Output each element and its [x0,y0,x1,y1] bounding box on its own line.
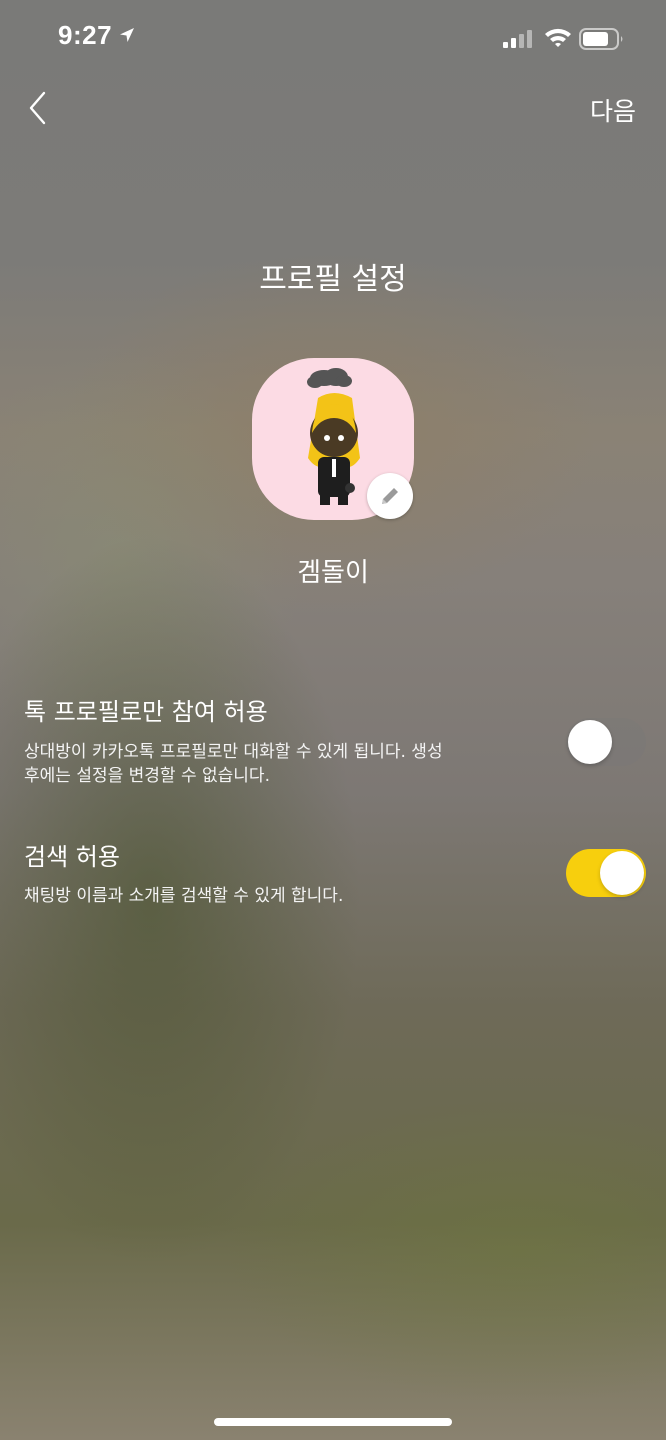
setting-description-line: 상대방이 카카오톡 프로필로만 대화할 수 있게 됩니다. 생성 [24,742,443,762]
chevron-left-icon [20,91,60,132]
back-button[interactable] [20,88,60,128]
toggle-allow-search[interactable] [566,849,646,897]
wifi-icon [544,27,572,51]
location-arrow-icon [118,26,136,48]
setting-description-allow-search: 채팅방 이름과 소개를 검색할 수 있게 합니다. [24,884,504,908]
toggle-knob [568,720,612,764]
battery-icon [579,28,625,54]
next-button[interactable]: 다음 [590,92,636,128]
setting-description-talk-profile-only: 상대방이 카카오톡 프로필로만 대화할 수 있게 됩니다. 생성 후에는 설정을… [24,740,504,788]
page-title: 프로필 설정 [259,262,407,297]
edit-profile-button[interactable] [367,473,413,519]
home-indicator[interactable] [214,1418,452,1426]
setting-title-allow-search: 검색 허용 [24,843,120,871]
toggle-talk-profile-only[interactable] [566,718,646,766]
status-time: 9:27 [58,20,113,50]
toggle-knob [600,851,644,895]
status-bar: 9:27 [0,0,666,80]
setting-description-line: 후에는 설정을 변경할 수 없습니다. [24,766,270,786]
setting-description-line: 채팅방 이름과 소개를 검색할 수 있게 합니다. [24,886,344,906]
profile-nickname: 겜돌이 [297,558,369,588]
setting-title-talk-profile-only: 톡 프로필로만 참여 허용 [24,698,268,726]
cellular-signal-icon [503,30,535,52]
